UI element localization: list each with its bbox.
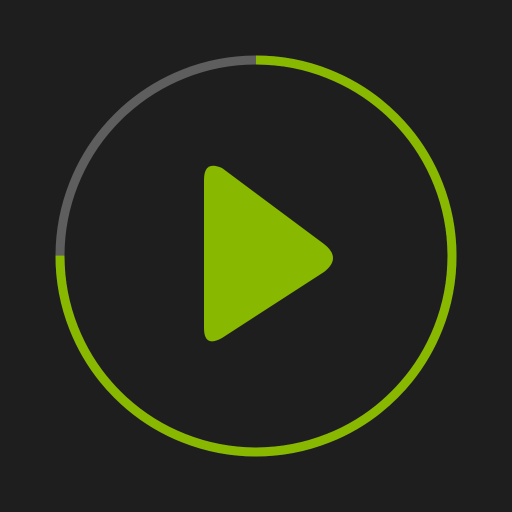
media-player [0,0,512,512]
play-icon [204,165,333,342]
app-icon [0,0,512,512]
player-graphic [55,55,457,457]
play-button[interactable] [204,165,333,342]
